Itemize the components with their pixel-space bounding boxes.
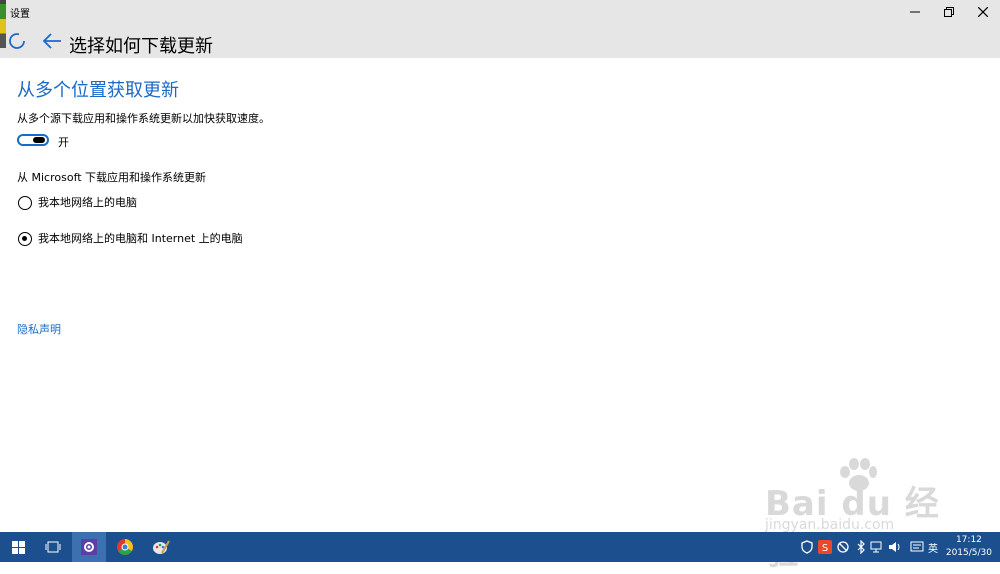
- network-icon[interactable]: [870, 540, 884, 554]
- clock-time: 17:12: [955, 535, 982, 545]
- bluetooth-icon[interactable]: [854, 540, 868, 554]
- restore-button[interactable]: [932, 0, 966, 24]
- baidu-watermark: Bai du 经验 jingyan.baidu.com: [765, 458, 955, 573]
- radio-label-local-and-internet[interactable]: 我本地网络上的电脑和 Internet 上的电脑: [38, 230, 243, 246]
- privacy-statement-link[interactable]: 隐私声明: [17, 321, 61, 337]
- radio-selected-dot: [22, 236, 27, 241]
- multi-source-toggle[interactable]: [17, 134, 49, 146]
- radio-local-and-internet[interactable]: [18, 232, 32, 246]
- volume-icon[interactable]: [888, 540, 902, 554]
- svg-text:S: S: [822, 543, 828, 554]
- chrome-icon: [117, 539, 133, 555]
- toggle-knob: [33, 137, 45, 143]
- minimize-button[interactable]: [898, 0, 932, 24]
- watermark-url: jingyan.baidu.com: [765, 517, 895, 533]
- task-view-icon: [45, 541, 61, 553]
- windows-logo-icon: [11, 540, 25, 554]
- taskbar-clock[interactable]: 17:12 2015/5/30: [946, 534, 992, 560]
- download-source-heading: 从 Microsoft 下载应用和操作系统更新: [17, 171, 207, 184]
- settings-gear-icon: [81, 539, 97, 555]
- taskbar-chrome-app[interactable]: [110, 532, 140, 562]
- paint-palette-icon: [153, 540, 170, 554]
- refresh-icon[interactable]: [6, 30, 28, 52]
- minimize-icon: [910, 11, 920, 13]
- close-icon: [978, 7, 988, 17]
- start-button[interactable]: [4, 532, 32, 562]
- title-bar: 设置 选择如何下载更新: [0, 0, 1000, 58]
- clock-date: 2015/5/30: [945, 548, 992, 558]
- close-button[interactable]: [966, 0, 1000, 24]
- taskbar-paint-app[interactable]: [146, 532, 176, 562]
- sogou-input-icon[interactable]: S: [818, 540, 832, 554]
- taskbar: S 英 17:12 2015/5/30: [0, 532, 1000, 562]
- page-title: 选择如何下载更新: [69, 36, 213, 57]
- radio-label-local-network[interactable]: 我本地网络上的电脑: [38, 194, 137, 210]
- section-title: 从多个位置获取更新: [17, 80, 179, 101]
- restore-icon: [944, 7, 954, 17]
- action-center-icon[interactable]: [910, 540, 924, 554]
- description-text: 从多个源下载应用和操作系统更新以加快获取速度。: [17, 112, 270, 125]
- toggle-state-label: 开: [58, 136, 69, 149]
- security-shield-icon[interactable]: [800, 540, 814, 554]
- antivirus-icon[interactable]: [836, 540, 850, 554]
- radio-local-network[interactable]: [18, 196, 32, 210]
- task-view-button[interactable]: [38, 532, 68, 562]
- app-title: 设置: [10, 9, 30, 20]
- back-button[interactable]: [41, 31, 65, 51]
- taskbar-settings-app[interactable]: [72, 532, 106, 562]
- ime-indicator[interactable]: 英: [926, 532, 940, 562]
